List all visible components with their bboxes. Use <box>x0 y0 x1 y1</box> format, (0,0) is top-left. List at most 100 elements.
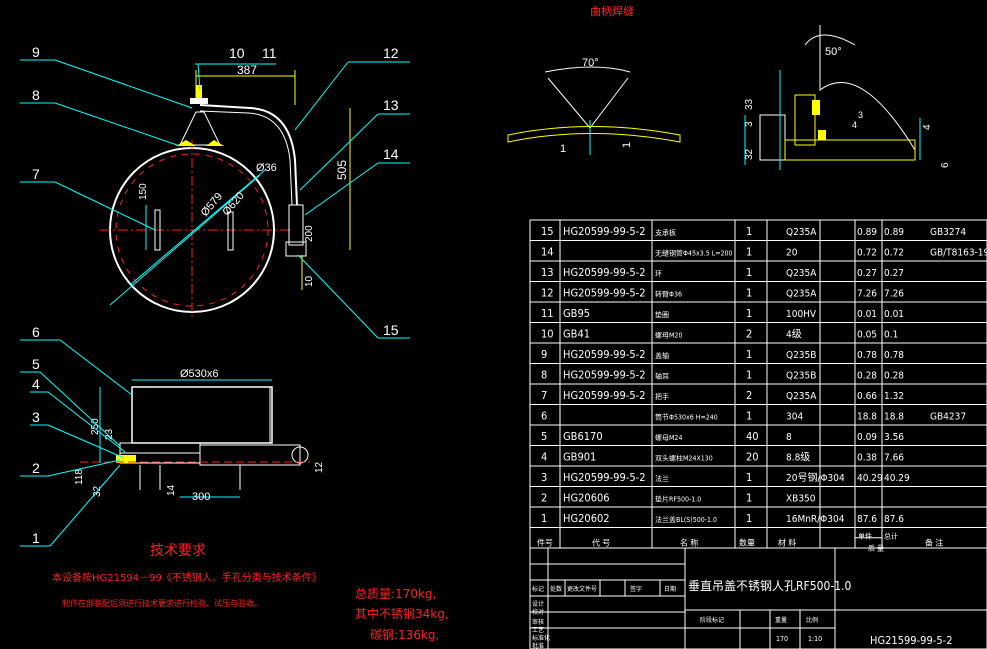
bom-note: GB4237 <box>930 412 966 423</box>
bom-qty: 2 <box>746 389 752 402</box>
balloon-15: 15 <box>383 322 399 338</box>
dim-300: 300 <box>192 491 210 503</box>
bom-no: 2 <box>541 492 547 505</box>
bom-total-weight: 0.89 <box>884 227 904 238</box>
balloon-8: 8 <box>32 87 40 103</box>
bom-material: XB350 <box>786 494 816 505</box>
bom-name: 支承板 <box>655 228 676 237</box>
bom-header-material: 材 料 <box>778 538 796 548</box>
bom-unit-weight: 0.27 <box>857 268 877 279</box>
bom-qty: 1 <box>746 492 752 505</box>
tb-stage-label: 阶段标记 <box>700 616 724 624</box>
bom-code: HG20599-99-5-2 <box>563 348 645 361</box>
weld-detail-right: 50° 33 3 32 4 6 4 3 <box>744 25 951 170</box>
bom-no: 4 <box>541 451 547 464</box>
bom-no: 9 <box>541 348 547 361</box>
dim-387: 387 <box>237 63 257 77</box>
bom-name: 环 <box>655 270 662 278</box>
balloon-4: 4 <box>32 376 40 392</box>
bom-code: GB6170 <box>563 430 603 443</box>
bom-name: 无缝钢管Φ45x3.5 L=200 <box>655 249 733 258</box>
bom-total-weight: 0.72 <box>884 248 904 259</box>
bom-rows: 15 HG20599-99-5-2 支承板 1 Q235A 0.89 0.89 GB32741… <box>537 225 987 553</box>
weld-dim-3b: 3 <box>858 110 863 120</box>
bom-unit-weight: 87.6 <box>857 514 877 525</box>
bom-total-weight: 0.78 <box>884 350 904 361</box>
bom-header-unit: 单件 <box>858 532 872 541</box>
weld-dim-4b: 4 <box>852 120 857 130</box>
bom-total-weight: 0.01 <box>884 309 904 320</box>
weld-dim-4: 4 <box>922 124 933 130</box>
drawing-number: HG21599-99-5-2 <box>870 634 952 647</box>
balloon-1: 1 <box>32 530 40 546</box>
tb-role-process: 工艺 <box>532 626 544 634</box>
bom-qty: 1 <box>746 266 752 279</box>
bom-code: HG20599-99-5-2 <box>563 225 645 238</box>
tb-label-count: 处数 <box>550 585 562 593</box>
bom-name: 筒节Φ530x6 H=240 <box>655 413 718 422</box>
tb-label-sign: 签字 <box>630 585 642 593</box>
bom-code: HG20599-99-5-2 <box>563 471 645 484</box>
tech-req-line2: 制作在部装配后须进行技术要求进行检验、试压与验收。 <box>62 599 262 608</box>
tb-label-change: 更改文件号 <box>567 585 597 593</box>
title-block-text: 垂直吊盖不锈钢人孔RF500-1.0 标记 处数 更改文件号 签字 日期 设计 … <box>532 579 952 649</box>
bom-qty: 20 <box>746 451 759 464</box>
bom-total-weight: 7.26 <box>884 289 904 300</box>
dim-10: 10 <box>304 275 315 287</box>
weld-dim-3: 3 <box>744 121 755 127</box>
bom-qty: 1 <box>746 471 752 484</box>
balloon-11: 11 <box>262 45 277 61</box>
bom-qty: 40 <box>746 430 759 443</box>
tb-label-mark: 标记 <box>532 585 544 593</box>
balloon-6: 6 <box>32 324 40 340</box>
bom-qty: 1 <box>746 348 752 361</box>
bom-qty: 1 <box>746 512 752 525</box>
weight-total: 总质量:170kg, <box>355 587 437 601</box>
weight-carbon: 碳钢:136kg, <box>370 628 440 642</box>
bom-no: 8 <box>541 369 547 382</box>
bom-unit-weight: 0.38 <box>857 453 877 464</box>
bom-unit-weight: 0.78 <box>857 350 877 361</box>
shell-barrel <box>131 386 273 444</box>
drawing-title: 垂直吊盖不锈钢人孔RF500-1.0 <box>688 579 852 593</box>
tech-req-line1: 本设备按HG21594－99《不锈钢人、手孔分类与技术条件》 <box>52 573 322 584</box>
bracket-tube <box>288 204 304 246</box>
bom-header-name: 名 称 <box>680 538 698 548</box>
bom-qty: 1 <box>746 287 752 300</box>
bom-unit-weight: 0.09 <box>857 432 877 443</box>
weld-detail-title: 曲柄焊缝 <box>590 4 634 18</box>
bom-header-no: 件号 <box>537 538 553 548</box>
bom-name: 双头螺柱M24X130 <box>655 454 713 463</box>
dim-14: 14 <box>166 484 177 496</box>
tb-role-approve: 批准 <box>532 642 544 649</box>
bom-unit-weight: 0.66 <box>857 391 877 402</box>
bom-name: 垫圈 <box>655 310 669 319</box>
bom-unit-weight: 7.26 <box>857 289 877 300</box>
bom-total-weight: 7.66 <box>884 453 904 464</box>
cad-drawing-canvas[interactable]: 曲柄焊缝 Ø579 Ø620 150 387 505 Ø36 200 10 Ø5… <box>0 0 987 649</box>
dim-150: 150 <box>138 183 149 200</box>
dim-118: 118 <box>74 469 85 485</box>
bom-total-weight: 0.27 <box>884 268 904 279</box>
balloon-12: 12 <box>383 45 399 61</box>
dim-d36: Ø36 <box>256 162 277 174</box>
bom-no: 3 <box>541 471 547 484</box>
dim-200: 200 <box>304 225 315 242</box>
bom-code: GB901 <box>563 451 596 464</box>
balloon-labels: 1 2 3 4 5 6 7 8 9 10 11 12 13 14 15 <box>32 44 399 546</box>
bom-name: 盖轴 <box>655 351 669 360</box>
tb-role-design: 设计 <box>532 600 544 608</box>
swing-arm <box>199 104 298 206</box>
bom-total-weight: 0.28 <box>884 371 904 382</box>
top-view: Ø579 Ø620 150 387 505 Ø36 200 10 <box>100 63 351 320</box>
bom-name: 螺母M24 <box>655 433 682 442</box>
bom-qty: 1 <box>746 225 752 238</box>
weld-dim-33: 33 <box>744 98 755 110</box>
balloon-9: 9 <box>32 44 40 60</box>
bom-unit-weight: 0.72 <box>857 248 877 259</box>
angle-70: 70° <box>582 57 599 69</box>
bom-no: 6 <box>541 410 547 423</box>
bom-name: 螺母M20 <box>655 331 682 340</box>
bom-note: GB/T8163-1999 <box>930 248 987 259</box>
bom-qty: 1 <box>746 307 752 320</box>
